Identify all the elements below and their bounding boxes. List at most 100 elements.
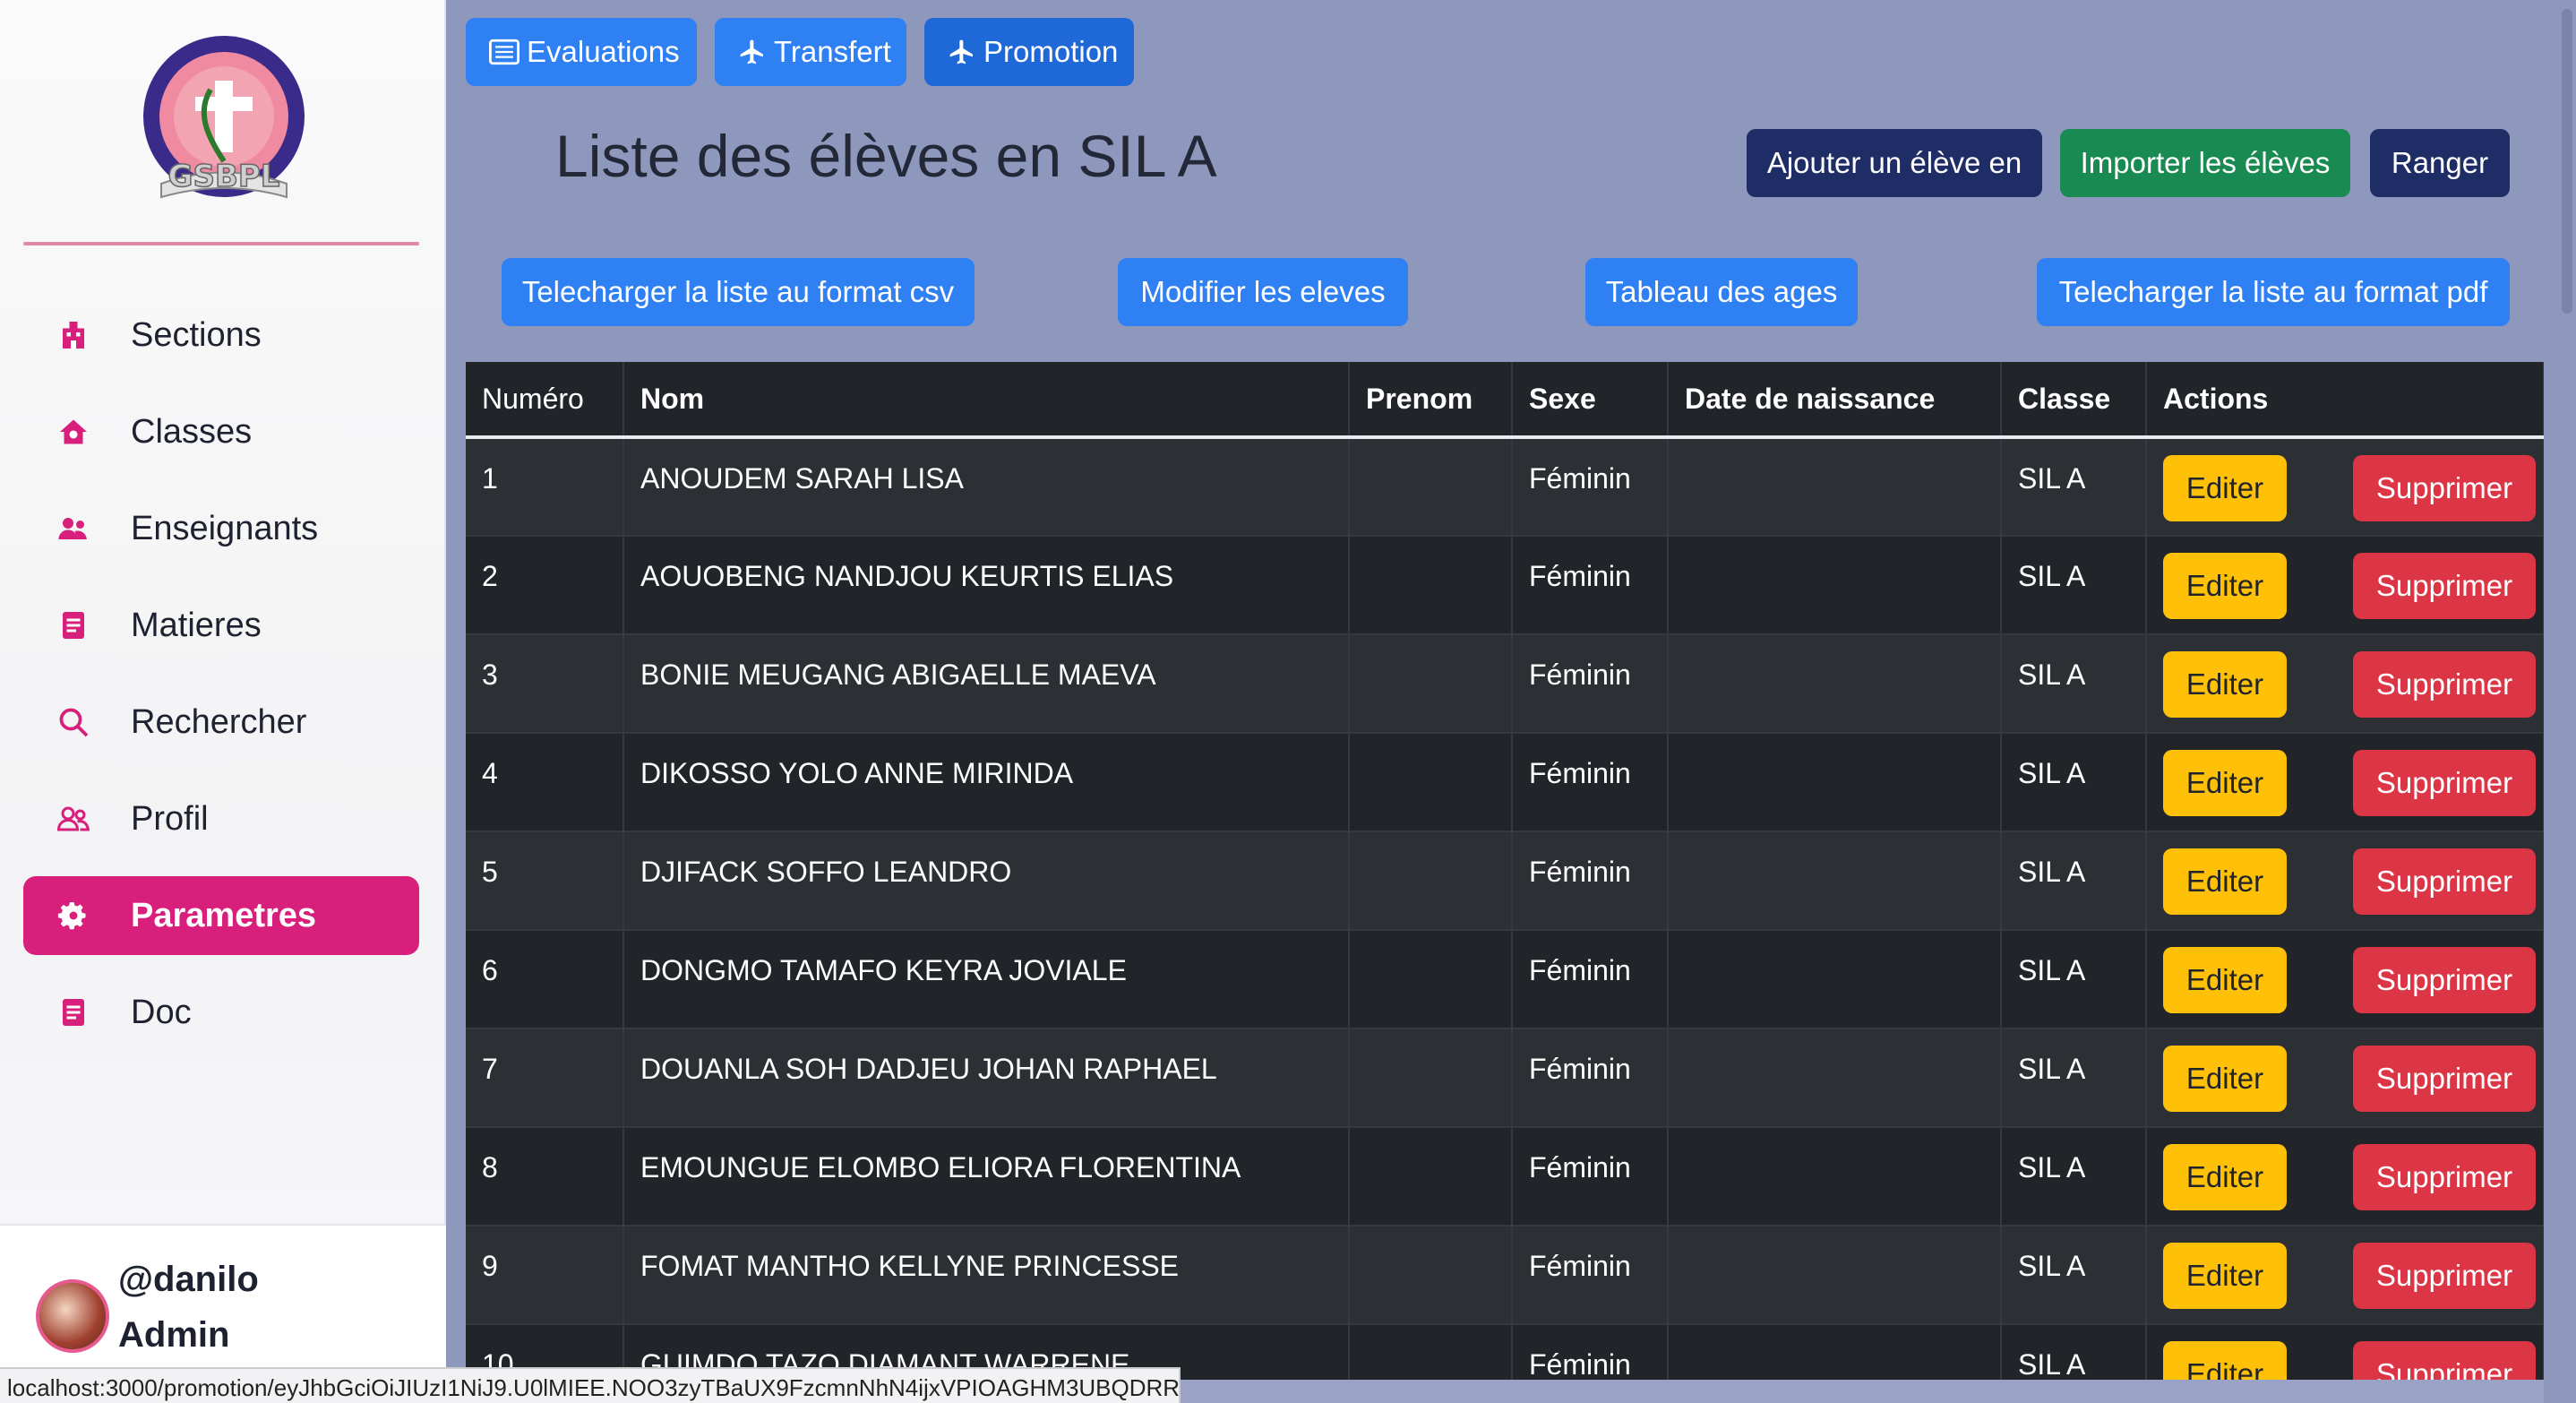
edit-button[interactable]: Editer: [2163, 1046, 2287, 1112]
delete-button[interactable]: Supprimer: [2353, 947, 2536, 1013]
delete-button[interactable]: Supprimer: [2353, 1046, 2536, 1112]
gear-icon: [56, 898, 91, 934]
promotion-label: Promotion: [983, 35, 1119, 68]
airplane-icon: [738, 38, 767, 66]
cell-classe: SIL A: [2001, 1324, 2147, 1380]
edit-button[interactable]: Editer: [2163, 848, 2287, 915]
cell-classe: SIL A: [2001, 930, 2147, 1029]
cell-sexe: Féminin: [1512, 634, 1669, 734]
import-students-button[interactable]: Importer les élèves: [2060, 129, 2350, 197]
sidebar-item-enseignants[interactable]: Enseignants: [23, 489, 419, 568]
edit-button[interactable]: Editer: [2163, 1144, 2287, 1210]
add-student-button[interactable]: Ajouter un élève en: [1747, 129, 2042, 197]
sidebar-item-rechercher[interactable]: Rechercher: [23, 683, 419, 762]
delete-button[interactable]: Supprimer: [2353, 848, 2536, 915]
table-header-row: Numéro Nom Prenom Sexe Date de naissance…: [466, 362, 2544, 439]
delete-button[interactable]: Supprimer: [2353, 553, 2536, 619]
promotion-button[interactable]: Promotion: [924, 18, 1134, 86]
table-row: 2 AOUOBENG NANDJOU KEURTIS ELIAS Féminin SI…: [466, 536, 2544, 635]
cell-sexe: Féminin: [1512, 930, 1669, 1029]
cell-date-naissance: [1668, 1127, 2002, 1227]
cell-nom: DOUANLA SOH DADJEU JOHAN RAPHAEL: [623, 1029, 1350, 1128]
delete-button[interactable]: Supprimer: [2353, 1144, 2536, 1210]
avatar[interactable]: [36, 1279, 109, 1353]
people-icon: [56, 511, 91, 547]
cell-nom: DONGMO TAMAFO KEYRA JOVIALE: [623, 930, 1350, 1029]
divider: [23, 242, 419, 245]
edit-button[interactable]: Editer: [2163, 553, 2287, 619]
cell-classe: SIL A: [2001, 733, 2147, 832]
download-pdf-button[interactable]: Telecharger la liste au format pdf: [2037, 258, 2510, 326]
edit-button[interactable]: Editer: [2163, 1341, 2287, 1380]
column-header[interactable]: Actions: [2146, 362, 2544, 439]
download-csv-button[interactable]: Telecharger la liste au format csv: [502, 258, 975, 326]
table-row: 4 DIKOSSO YOLO ANNE MIRINDA Féminin SIL A Ed…: [466, 733, 2544, 832]
delete-button[interactable]: Supprimer: [2353, 1243, 2536, 1309]
cell-numero: 7: [466, 1029, 624, 1128]
building-icon: [56, 317, 91, 353]
cell-sexe: Féminin: [1512, 1029, 1669, 1128]
sidebar-item-label: Classes: [131, 412, 253, 451]
cell-date-naissance: [1668, 634, 2002, 734]
edit-button[interactable]: Editer: [2163, 651, 2287, 718]
cell-actions: Editer Supprimer: [2146, 1029, 2544, 1128]
column-header[interactable]: Classe: [2001, 362, 2147, 439]
evaluations-button[interactable]: Evaluations: [466, 18, 697, 86]
cell-sexe: Féminin: [1512, 437, 1669, 537]
column-header[interactable]: Date de naissance: [1668, 362, 2002, 439]
cell-actions: Editer Supprimer: [2146, 930, 2544, 1029]
school-logo[interactable]: GSBPL: [125, 27, 322, 215]
cell-date-naissance: [1668, 831, 2002, 931]
sidebar-item-doc[interactable]: Doc: [23, 973, 419, 1052]
edit-button[interactable]: Editer: [2163, 455, 2287, 521]
transfert-button[interactable]: Transfert: [715, 18, 906, 86]
delete-button[interactable]: Supprimer: [2353, 750, 2536, 816]
cell-prenom: [1349, 1127, 1513, 1227]
cell-classe: SIL A: [2001, 1127, 2147, 1227]
cell-numero: 9: [466, 1226, 624, 1325]
table-row: 6 DONGMO TAMAFO KEYRA JOVIALE Féminin SIL A…: [466, 930, 2544, 1029]
user-role: Admin: [118, 1315, 230, 1355]
sidebar-item-parametres[interactable]: Parametres: [23, 876, 419, 955]
cell-actions: Editer Supprimer: [2146, 831, 2544, 931]
cell-date-naissance: [1668, 437, 2002, 537]
sidebar-item-label: Sections: [131, 315, 262, 354]
cell-actions: Editer Supprimer: [2146, 536, 2544, 635]
ages-table-button[interactable]: Tableau des ages: [1585, 258, 1858, 326]
status-bar-url: localhost:3000/promotion/eyJhbGciOiJIUzI…: [0, 1367, 1181, 1403]
user-group-outline-icon: [56, 801, 91, 837]
delete-button[interactable]: Supprimer: [2353, 1341, 2536, 1380]
edit-button[interactable]: Editer: [2163, 1243, 2287, 1309]
cell-sexe: Féminin: [1512, 1324, 1669, 1380]
delete-button[interactable]: Supprimer: [2353, 651, 2536, 718]
delete-button[interactable]: Supprimer: [2353, 455, 2536, 521]
transfert-label: Transfert: [774, 35, 891, 68]
edit-button[interactable]: Editer: [2163, 750, 2287, 816]
column-header[interactable]: Prenom: [1349, 362, 1513, 439]
modify-students-button[interactable]: Modifier les eleves: [1118, 258, 1408, 326]
cell-prenom: [1349, 930, 1513, 1029]
cell-classe: SIL A: [2001, 1226, 2147, 1325]
sidebar-item-classes[interactable]: Classes: [23, 392, 419, 471]
cell-date-naissance: [1668, 1324, 2002, 1380]
scrollbar-thumb[interactable]: [2562, 9, 2572, 314]
sort-button[interactable]: Ranger: [2370, 129, 2510, 197]
edit-button[interactable]: Editer: [2163, 947, 2287, 1013]
sidebar-item-profil[interactable]: Profil: [23, 779, 419, 858]
column-header[interactable]: Numéro: [466, 362, 624, 439]
column-header[interactable]: Sexe: [1512, 362, 1669, 439]
sidebar-item-sections[interactable]: Sections: [23, 296, 419, 374]
table-row: 3 BONIE MEUGANG ABIGAELLE MAEVA Féminin SIL…: [466, 634, 2544, 734]
cell-classe: SIL A: [2001, 1029, 2147, 1128]
table-row: 8 EMOUNGUE ELOMBO ELIORA FLORENTINA Fémini…: [466, 1127, 2544, 1227]
cell-prenom: [1349, 536, 1513, 635]
column-header[interactable]: Nom: [623, 362, 1350, 439]
document-icon: [56, 607, 91, 643]
sidebar-item-label: Rechercher: [131, 702, 307, 741]
cell-actions: Editer Supprimer: [2146, 733, 2544, 832]
page-title: Liste des élèves en SIL A: [555, 123, 1217, 189]
user-handle: @danilo: [118, 1260, 259, 1299]
cell-nom: DIKOSSO YOLO ANNE MIRINDA: [623, 733, 1350, 832]
sidebar-item-matieres[interactable]: Matieres: [23, 586, 419, 665]
students-table: Numéro Nom Prenom Sexe Date de naissance…: [466, 362, 2544, 1380]
